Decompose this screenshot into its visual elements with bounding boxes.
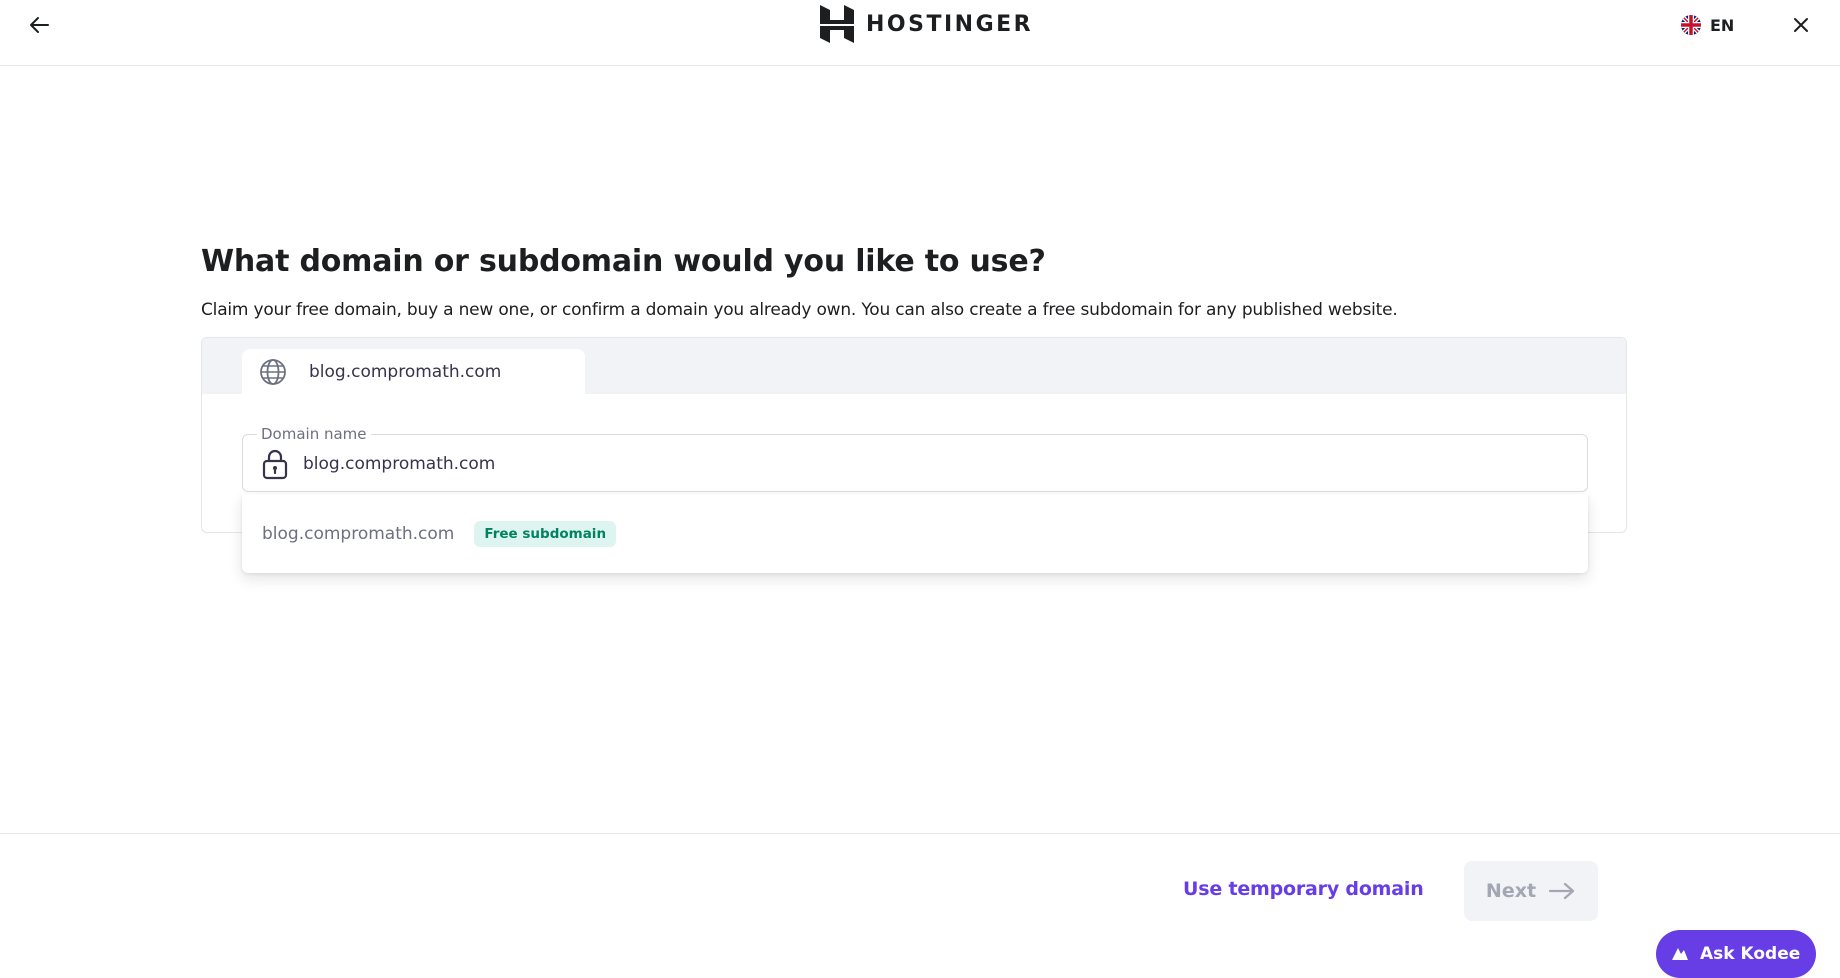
arrow-right-icon	[1548, 882, 1575, 900]
hostinger-logo[interactable]: HOSTINGER	[820, 5, 1033, 43]
hostinger-logo-icon	[820, 5, 854, 43]
suggestion-label: blog.compromath.com	[262, 523, 455, 544]
tab-domain[interactable]: blog.compromath.com	[242, 349, 585, 394]
domain-name-input[interactable]	[301, 444, 1565, 484]
free-subdomain-badge: Free subdomain	[474, 520, 617, 547]
close-button[interactable]	[1786, 10, 1816, 40]
uk-flag-icon	[1681, 15, 1701, 35]
footer-bar: Use temporary domain Next	[0, 833, 1840, 951]
back-button[interactable]	[24, 10, 54, 40]
domain-suggestions-dropdown: blog.compromath.com Free subdomain	[242, 494, 1588, 573]
page-title: What domain or subdomain would you like …	[201, 244, 1046, 279]
domain-name-label: Domain name	[257, 425, 371, 443]
top-header: HOSTINGER EN	[0, 0, 1840, 66]
globe-icon	[259, 358, 287, 386]
close-icon	[1794, 18, 1808, 32]
domain-name-field[interactable]: Domain name	[242, 425, 1588, 492]
suggestion-option[interactable]: blog.compromath.com Free subdomain	[242, 494, 1588, 573]
arrow-left-icon	[30, 17, 49, 33]
ask-kodee-label: Ask Kodee	[1700, 944, 1801, 964]
language-selector[interactable]: EN	[1681, 11, 1734, 39]
ask-kodee-button[interactable]: Ask Kodee	[1656, 930, 1816, 978]
next-label: Next	[1485, 880, 1537, 902]
language-code: EN	[1710, 15, 1735, 35]
lock-icon	[262, 449, 288, 480]
page-subtitle: Claim your free domain, buy a new one, o…	[201, 300, 1398, 320]
kodee-icon	[1672, 948, 1688, 960]
use-temporary-domain-link[interactable]: Use temporary domain	[1183, 874, 1424, 904]
next-button[interactable]: Next	[1464, 861, 1598, 921]
domain-tabs-bar: blog.compromath.com	[202, 338, 1626, 394]
tab-domain-label: blog.compromath.com	[309, 361, 502, 382]
logo-text: HOSTINGER	[866, 11, 1034, 37]
